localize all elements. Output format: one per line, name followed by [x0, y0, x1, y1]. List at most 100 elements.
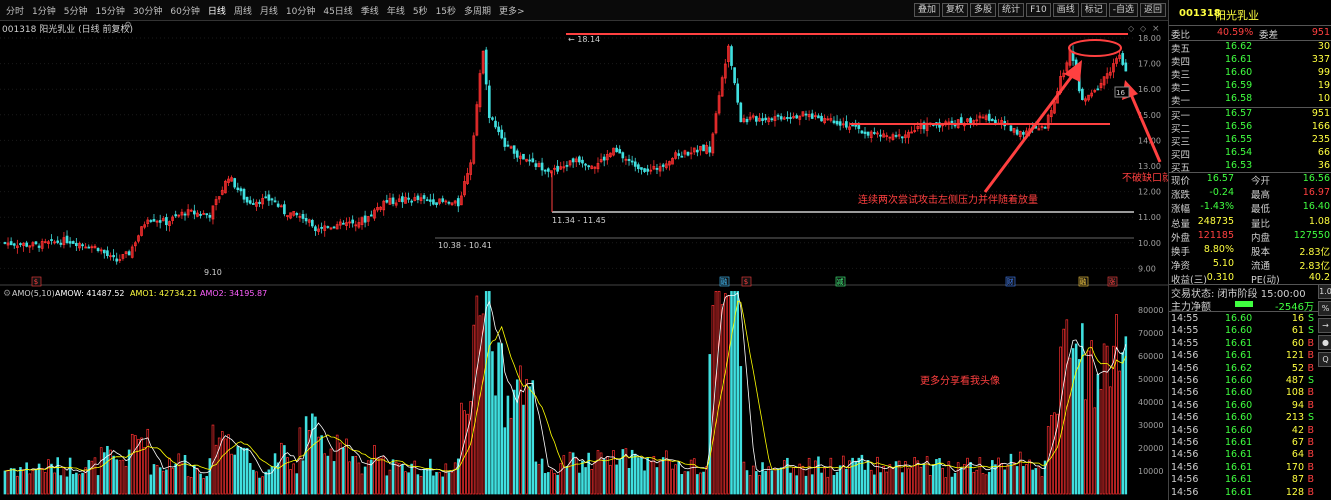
- volume-bar: [134, 435, 137, 495]
- period-tab[interactable]: 1分钟: [28, 4, 60, 17]
- tool-button[interactable]: F10: [1026, 3, 1051, 17]
- volume-bar: [1121, 352, 1125, 495]
- candle-body: [34, 241, 38, 245]
- volume-bar: [975, 469, 979, 495]
- tick-time: 14:56: [1171, 362, 1199, 374]
- side-button[interactable]: %: [1318, 301, 1331, 316]
- volume-bar: [447, 472, 451, 495]
- volume-bar: [22, 469, 25, 495]
- candle-body: [441, 198, 445, 202]
- volume-bar: [739, 366, 743, 495]
- volume-bar: [1096, 373, 1100, 495]
- volume-bar: [671, 468, 674, 495]
- volume-bar: [472, 324, 476, 495]
- candle-body: [112, 255, 115, 258]
- ask-label: 卖五: [1171, 44, 1191, 55]
- candle-body: [416, 195, 420, 200]
- tick-volume: 121: [1285, 350, 1304, 362]
- candle-body: [484, 49, 488, 85]
- volume-bar: [463, 410, 466, 495]
- tool-button[interactable]: 标记: [1080, 3, 1107, 17]
- volume-bar: [1034, 468, 1038, 495]
- tool-button[interactable]: 多股: [970, 3, 997, 17]
- volume-bar: [702, 471, 705, 495]
- volume-bar: [59, 475, 63, 495]
- settings-icon[interactable]: ⚙: [124, 21, 132, 31]
- volume-bar: [621, 449, 625, 495]
- volume-bar: [677, 461, 680, 495]
- side-button[interactable]: Q: [1318, 352, 1331, 367]
- candle-body: [602, 156, 606, 161]
- tool-button[interactable]: 返回: [1139, 3, 1166, 17]
- candle-body: [248, 200, 252, 204]
- tick-side: B: [1307, 486, 1314, 498]
- stat-value: 121185: [1197, 229, 1234, 241]
- volume-bar: [3, 470, 7, 495]
- volume-axis-label: 30000: [1138, 421, 1163, 430]
- side-button[interactable]: ●: [1318, 335, 1331, 350]
- volume-bar: [708, 354, 712, 495]
- period-tab[interactable]: 季线: [357, 4, 383, 17]
- tick-price: 16.61: [1225, 350, 1253, 362]
- amo-settings-icon: ⚙: [3, 289, 11, 299]
- volume-bar: [121, 459, 125, 495]
- tool-button[interactable]: 复权: [942, 3, 969, 17]
- period-tab[interactable]: 周线: [230, 4, 256, 17]
- period-tab[interactable]: 月线: [256, 4, 282, 17]
- bid-price: 16.57: [1225, 108, 1253, 119]
- tool-button[interactable]: 统计: [998, 3, 1025, 17]
- volume-bar: [283, 445, 286, 495]
- period-tab[interactable]: 60分钟: [166, 4, 203, 17]
- low-price-label: 9.10: [204, 268, 222, 277]
- tick-volume: 87: [1291, 474, 1304, 486]
- period-tab[interactable]: 5秒: [409, 4, 432, 17]
- kline-chart[interactable]: 18.0017.0016.0015.0014.0013.0012.0011.00…: [0, 22, 1168, 500]
- volume-bar: [214, 444, 218, 495]
- period-tab[interactable]: 10分钟: [282, 4, 319, 17]
- ask-volume: 10: [1317, 93, 1330, 104]
- candle-body: [447, 201, 451, 204]
- tool-button[interactable]: -自选: [1108, 3, 1138, 17]
- bid-volume: 951: [1311, 108, 1330, 119]
- period-tab[interactable]: 年线: [383, 4, 409, 17]
- volume-bar: [686, 471, 690, 495]
- volume-bar: [907, 468, 910, 495]
- period-tab[interactable]: 5分钟: [60, 4, 92, 17]
- side-button[interactable]: →: [1318, 318, 1331, 333]
- tool-button[interactable]: 叠加: [914, 3, 941, 17]
- period-tab[interactable]: 45日线: [319, 4, 356, 17]
- tick-time: 14:56: [1171, 486, 1199, 498]
- volume-bar: [789, 472, 792, 495]
- period-tab[interactable]: 分时: [2, 4, 28, 17]
- volume-bar: [742, 461, 746, 495]
- volume-bar: [786, 457, 789, 495]
- period-tab[interactable]: 更多>: [495, 4, 529, 17]
- candle-body: [37, 245, 41, 248]
- annotation-note: 不破缺口就持股: [1122, 171, 1168, 184]
- side-button[interactable]: 1.0: [1318, 284, 1331, 299]
- period-tab[interactable]: 日线: [204, 4, 230, 17]
- tick-volume: 42: [1291, 424, 1304, 436]
- annotation-note: 更多分享看我头像: [920, 374, 1000, 387]
- volume-bar: [245, 448, 249, 495]
- volume-bar: [376, 457, 379, 495]
- candle-body: [845, 121, 848, 128]
- period-tab[interactable]: 15分钟: [91, 4, 128, 17]
- volume-bar: [242, 447, 246, 495]
- volume-bar: [255, 471, 258, 495]
- volume-bar: [47, 459, 50, 495]
- volume-bar: [16, 475, 19, 495]
- period-tab[interactable]: 30分钟: [129, 4, 166, 17]
- candle-body: [969, 117, 972, 124]
- current-price-marker: 16: [1116, 89, 1125, 97]
- stat-label: 涨幅: [1171, 204, 1191, 216]
- tool-button[interactable]: 画线: [1052, 3, 1079, 17]
- tick-volume: 170: [1285, 461, 1304, 473]
- volume-bar: [823, 467, 826, 495]
- volume-bar: [96, 475, 100, 495]
- volume-bar: [276, 462, 280, 495]
- period-tab[interactable]: 15秒: [432, 4, 460, 17]
- period-tab[interactable]: 多周期: [460, 4, 495, 17]
- volume-bar: [416, 474, 420, 495]
- volume-bar: [810, 474, 814, 495]
